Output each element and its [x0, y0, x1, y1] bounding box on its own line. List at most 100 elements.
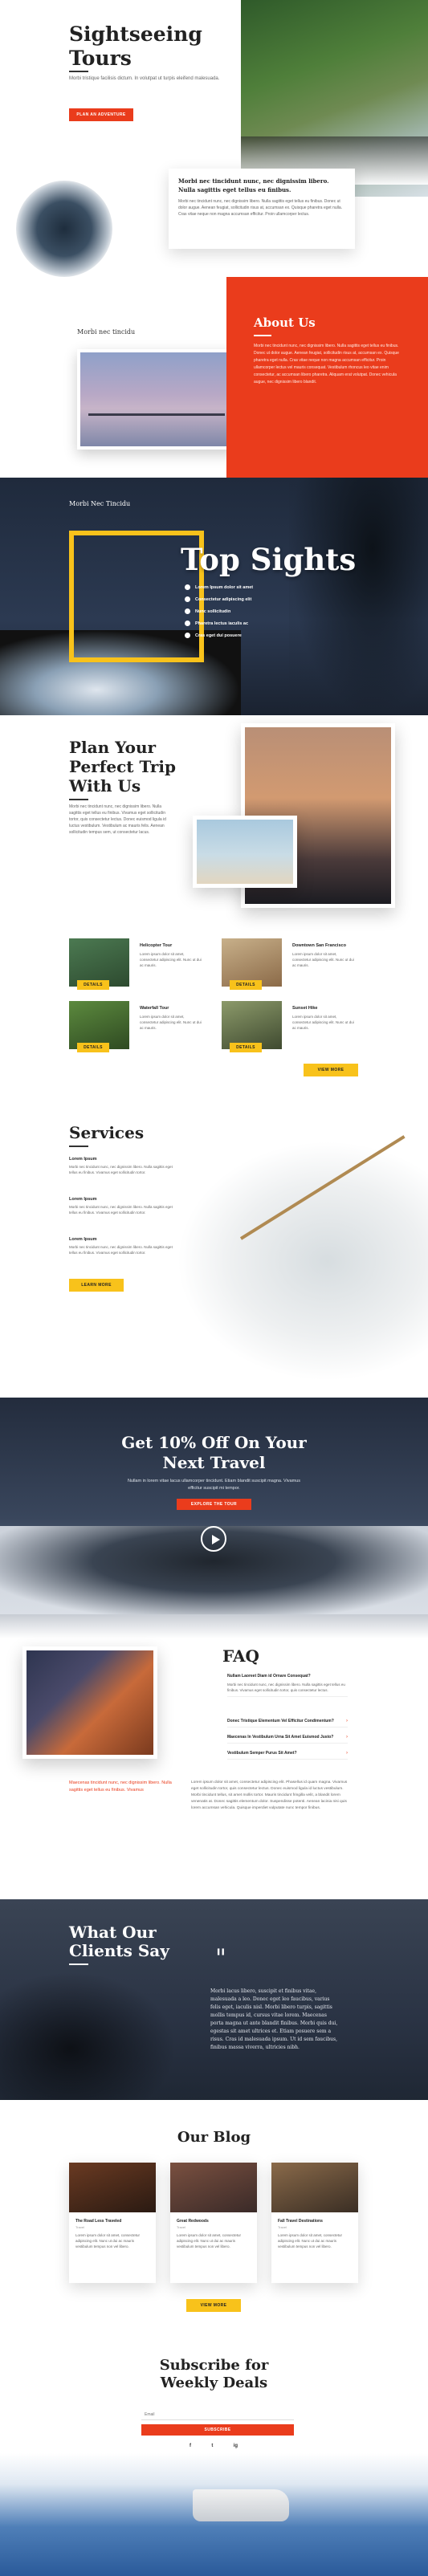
hero-title-line1: Sightseeing: [69, 22, 202, 46]
subscribe-button[interactable]: Subscribe: [141, 2424, 294, 2436]
ink-splash-image: [16, 181, 112, 277]
sights-title: Top Sights: [181, 542, 357, 577]
subscribe-title: Subscribe for Weekly Deals: [159, 2357, 269, 2391]
blog-card[interactable]: Fall Travel Destinations Travel Lorem ip…: [271, 2163, 358, 2283]
tour-details-button[interactable]: Details: [77, 1043, 109, 1052]
twitter-icon[interactable]: t: [211, 2444, 213, 2448]
bridge-image: [177, 1141, 428, 1382]
blog-post-title[interactable]: Great Redwoods: [170, 2212, 257, 2224]
service-name: Lorem Ipsum: [69, 1237, 97, 1242]
check-icon: [185, 596, 190, 603]
tour-name: Downtown San Francisco: [292, 943, 346, 948]
services-divider: [69, 1146, 88, 1147]
plan-adventure-button[interactable]: Plan an Adventure: [69, 108, 133, 121]
tour-desc: Lorem ipsum dolor sit amet, consectetur …: [292, 952, 354, 967]
subscribe-section: Subscribe for Weekly Deals Subscribe f t…: [0, 2333, 428, 2576]
blog-post-excerpt: Lorem ipsum dolor sit amet, consectetur …: [278, 2233, 343, 2248]
faq-question[interactable]: Nullam Laoreet Diam id Ornare Consequat?: [227, 1674, 348, 1679]
tree-silhouette-image: [289, 478, 428, 715]
blog-post-meta: Travel: [278, 2225, 287, 2229]
service-name: Lorem Ipsum: [69, 1197, 97, 1202]
blog-section: Our Blog The Road Less Traveled Travel L…: [0, 2100, 428, 2333]
check-icon: [185, 621, 190, 627]
testimonial-quote: Morbi lacus libero, suscipit et finibus …: [210, 1988, 338, 2050]
about-title: About Us: [254, 315, 316, 330]
tour-desc: Lorem ipsum dolor sit amet, consectetur …: [140, 1015, 202, 1030]
blog-card[interactable]: The Road Less Traveled Travel Lorem ipsu…: [69, 2163, 156, 2283]
about-pier-image: [77, 349, 236, 450]
services-learn-more-button[interactable]: Learn More: [69, 1279, 124, 1292]
tour-image: [69, 1001, 129, 1049]
play-video-icon[interactable]: [201, 1526, 226, 1552]
about-section: Morbi nec tincidu About Us Morbi nec tin…: [0, 277, 428, 478]
faq-body: Lorem ipsum dolor sit amet, consectetur …: [191, 1780, 348, 1810]
about-panel: About Us Morbi nec tincidunt nunc, nec d…: [226, 277, 428, 478]
tours-view-more-button[interactable]: View More: [304, 1064, 358, 1076]
tour-details-button[interactable]: Details: [77, 980, 109, 990]
service-item: Lorem Ipsum Morbi nec tincidunt nunc, ne…: [69, 1237, 173, 1255]
tour-card: Details Waterfall Tour Lorem ipsum dolor…: [69, 1001, 206, 1052]
services-title: Services: [69, 1123, 145, 1142]
faq-item[interactable]: Vestibulum Semper Purus Sit Amet? ›: [227, 1751, 348, 1760]
tour-name: Helicopter Tour: [140, 943, 173, 948]
social-icons: f t ig: [190, 2444, 238, 2448]
blog-post-excerpt: Lorem ipsum dolor sit amet, consectetur …: [177, 2233, 242, 2248]
tour-image: [222, 1001, 282, 1049]
blog-image: [170, 2163, 257, 2212]
sights-list-item: Lorem Ipsum dolor sit amet: [185, 582, 253, 594]
email-field[interactable]: [141, 2410, 294, 2420]
sights-list-item: Cras eget dui posuere: [185, 630, 253, 642]
facebook-icon[interactable]: f: [190, 2444, 191, 2448]
faq-answer: Morbi nec tincidunt nunc, nec dignissim …: [227, 1683, 345, 1692]
faq-item[interactable]: Maecenas In Vestibulum Urna Sit Amet Eui…: [227, 1735, 348, 1744]
faq-item[interactable]: Donec Tristique Elementum Vel Efficitur …: [227, 1719, 348, 1728]
toggle-arrow-icon[interactable]: ›: [346, 1719, 348, 1723]
instagram-icon[interactable]: ig: [234, 2444, 238, 2448]
intro-body: Morbi nec tincidunt nunc, nec dignissim …: [178, 199, 343, 217]
lifeguard-image: [193, 816, 297, 888]
faq-question[interactable]: Maecenas In Vestibulum Urna Sit Amet Eui…: [227, 1735, 348, 1740]
sights-list-item: Nunc sollicitudin: [185, 606, 253, 618]
blog-card[interactable]: Great Redwoods Travel Lorem ipsum dolor …: [170, 2163, 257, 2283]
service-name: Lorem Ipsum: [69, 1157, 97, 1162]
blog-post-title[interactable]: Fall Travel Destinations: [271, 2212, 358, 2224]
sights-list: Lorem Ipsum dolor sit amet Consectetur a…: [185, 582, 253, 642]
check-icon: [185, 584, 190, 591]
tour-details-button[interactable]: Details: [230, 1043, 262, 1052]
hero-title: Sightseeing Tours: [69, 22, 202, 71]
blog-post-title[interactable]: The Road Less Traveled: [69, 2212, 156, 2224]
quote-icon: ": [215, 1944, 226, 1972]
about-divider: [254, 335, 271, 336]
check-icon: [185, 633, 190, 639]
faq-highlight-quote: Maecenas tincidunt nunc, nec dignissim l…: [69, 1780, 172, 1793]
blog-view-more-button[interactable]: View More: [186, 2299, 241, 2312]
yacht-shape: [193, 2489, 289, 2521]
faq-question[interactable]: Vestibulum Semper Purus Sit Amet?: [227, 1751, 348, 1756]
service-desc: Morbi nec tincidunt nunc, nec dignissim …: [69, 1165, 173, 1174]
plan-title: Plan Your Perfect Trip With Us: [69, 738, 177, 796]
service-item: Lorem Ipsum Morbi nec tincidunt nunc, ne…: [69, 1197, 173, 1215]
tour-image: [222, 938, 282, 987]
tour-desc: Lorem ipsum dolor sit amet, consectetur …: [140, 952, 202, 967]
plan-divider: [69, 799, 88, 800]
faq-question[interactable]: Donec Tristique Elementum Vel Efficitur …: [227, 1719, 348, 1723]
hero-section: Sightseeing Tours Morbi tristique facili…: [0, 0, 428, 277]
testimonial-section: What Our Clients Say " Morbi lacus liber…: [0, 1899, 428, 2100]
service-item: Lorem Ipsum Morbi nec tincidunt nunc, ne…: [69, 1157, 173, 1175]
faq-section: FAQ Nullam Laoreet Diam id Ornare Conseq…: [0, 1638, 428, 1899]
tour-card: Details Sunset Hike Lorem ipsum dolor si…: [222, 1001, 358, 1052]
plan-section: Plan Your Perfect Trip With Us Morbi nec…: [0, 715, 428, 1093]
offer-section: Get 10% Off On Your Next Travel Nullam i…: [0, 1398, 428, 1638]
blog-title: Our Blog: [177, 2129, 251, 2146]
tour-details-button[interactable]: Details: [230, 980, 262, 990]
faq-item[interactable]: Nullam Laoreet Diam id Ornare Consequat?…: [227, 1674, 348, 1697]
toggle-arrow-icon[interactable]: ›: [346, 1751, 348, 1756]
service-desc: Morbi nec tincidunt nunc, nec dignissim …: [69, 1205, 173, 1215]
toggle-arrow-icon[interactable]: ›: [346, 1735, 348, 1740]
testimonial-title: What Our Clients Say: [69, 1923, 169, 1960]
about-caption: Morbi nec tincidu: [77, 328, 136, 336]
service-desc: Morbi nec tincidunt nunc, nec dignissim …: [69, 1245, 173, 1255]
explore-tour-button[interactable]: Explore the Tour: [177, 1499, 251, 1510]
tour-image: [69, 938, 129, 987]
sights-label: Morbi Nec Tincidu: [69, 500, 131, 507]
